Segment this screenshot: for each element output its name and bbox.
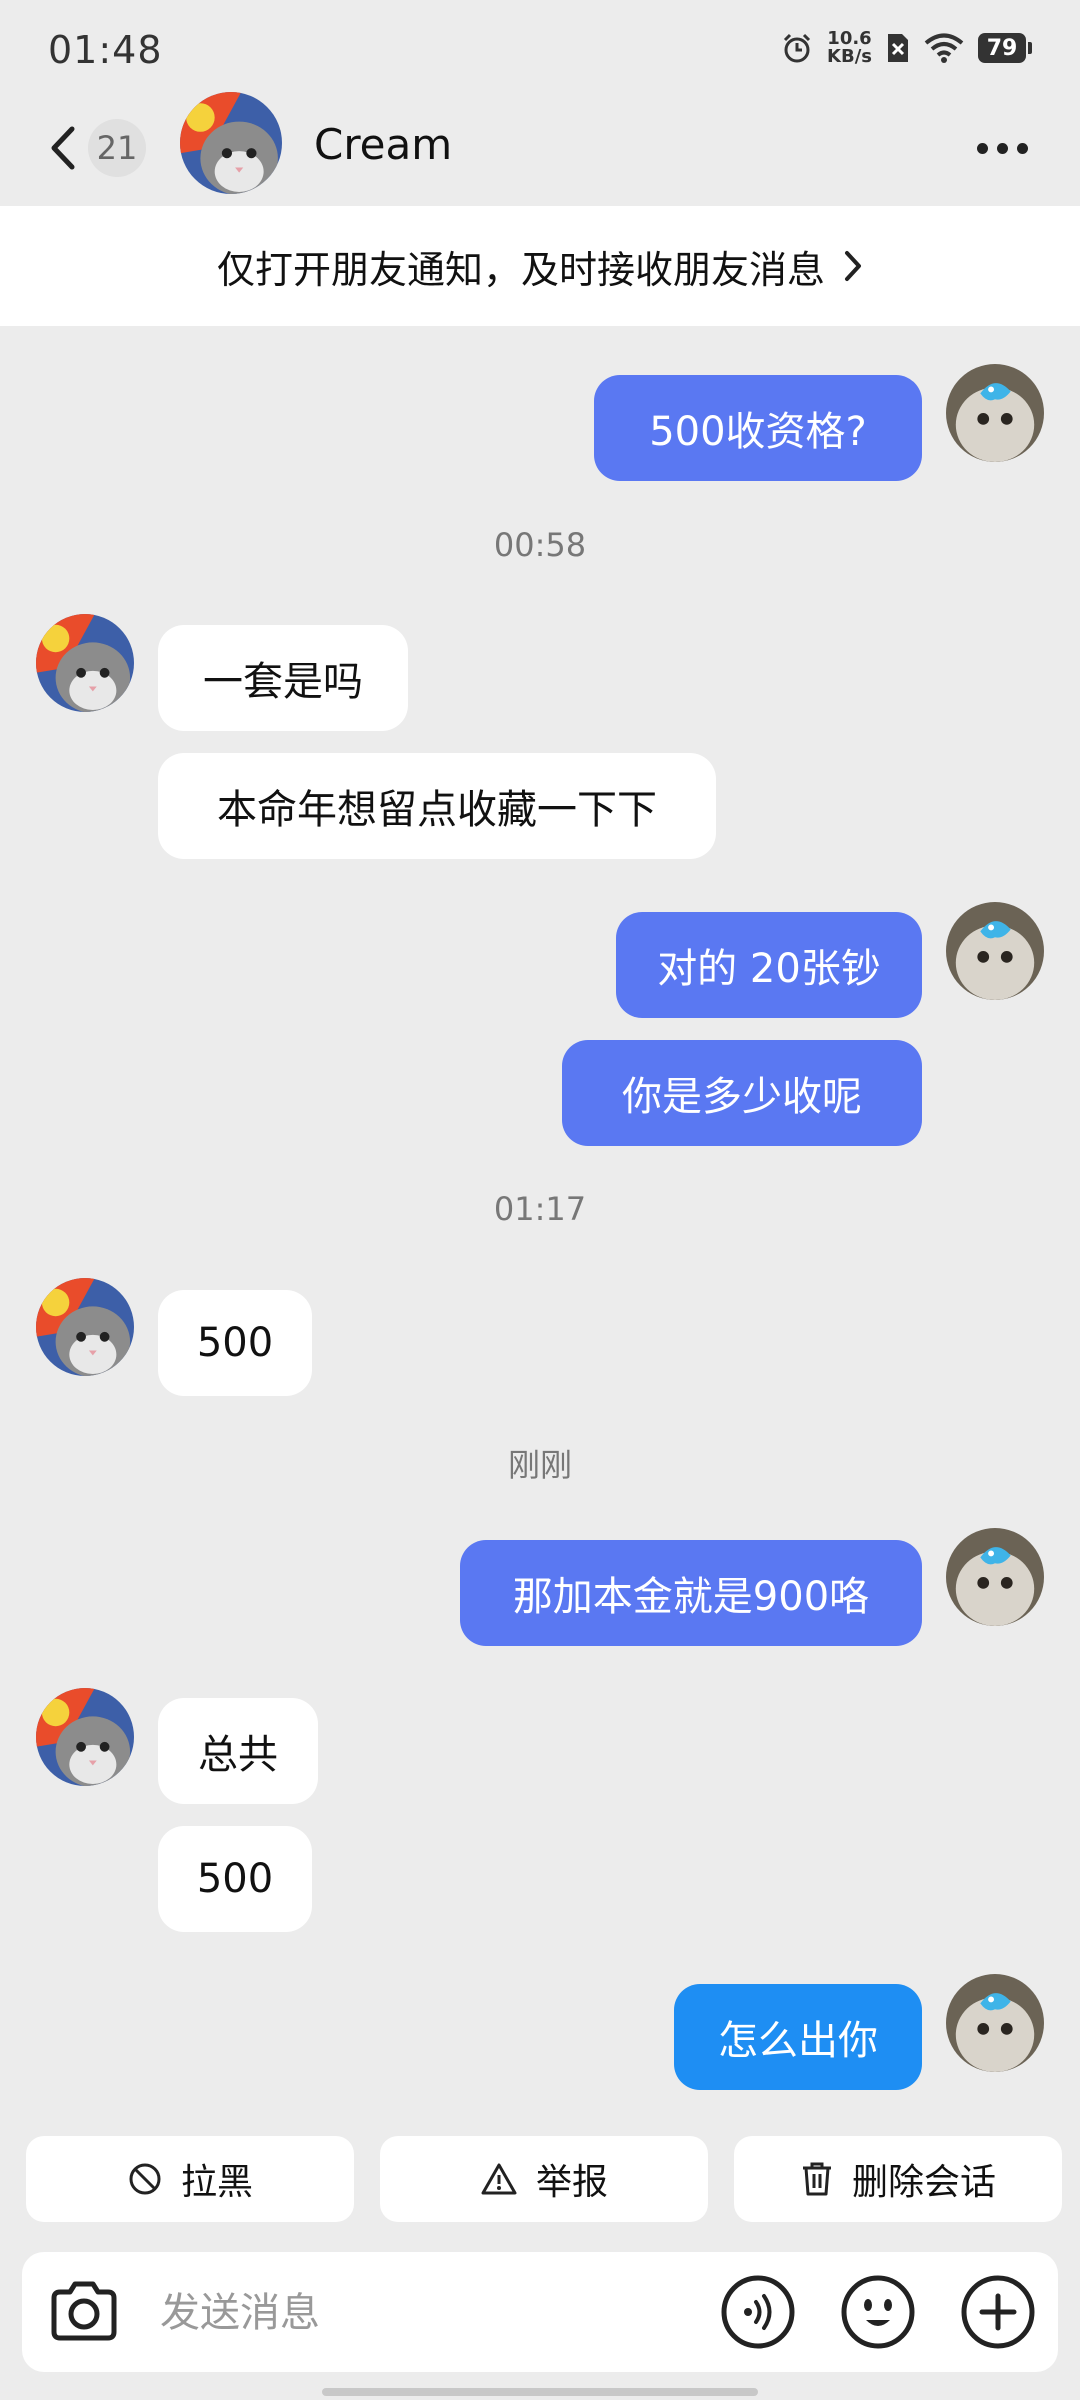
message-bubble-incoming[interactable]: 一套是吗: [158, 625, 408, 731]
message-bubble-incoming[interactable]: 500: [158, 1826, 312, 1932]
contact-avatar[interactable]: [180, 92, 282, 194]
emoji-icon[interactable]: [838, 2272, 918, 2352]
battery-indicator: 79: [978, 33, 1032, 63]
back-button[interactable]: 21: [46, 116, 156, 180]
network-speed: 10.6 KB/s: [827, 30, 872, 66]
message-bubble-outgoing[interactable]: 对的 20张钞: [616, 912, 922, 1018]
report-label: 举报: [535, 2162, 608, 2203]
more-dots-icon: [976, 142, 988, 154]
block-icon: [129, 2163, 161, 2195]
chevron-right-icon: [845, 251, 861, 281]
my-avatar[interactable]: [946, 364, 1044, 462]
message-input-bar: [22, 2252, 1058, 2372]
wifi-icon: [924, 33, 964, 63]
status-icons: 10.6 KB/s 79: [781, 30, 1032, 66]
my-avatar[interactable]: [946, 1974, 1044, 2072]
message-timestamp: 00:58: [493, 526, 587, 564]
message-timestamp: 01:17: [493, 1190, 587, 1228]
chat-header: 21 Cream: [0, 92, 1080, 204]
more-options-button[interactable]: [962, 118, 1042, 178]
message-bubble-incoming[interactable]: 本命年想留点收藏一下下: [158, 753, 716, 859]
warning-icon: [481, 2163, 517, 2195]
my-avatar[interactable]: [946, 1528, 1044, 1626]
trash-icon: [802, 2162, 831, 2196]
my-avatar[interactable]: [946, 902, 1044, 1000]
alarm-icon: [783, 33, 811, 63]
message-bubble-outgoing[interactable]: 那加本金就是900咯: [460, 1540, 922, 1646]
status-time: 01:48: [48, 28, 163, 72]
contact-avatar-small[interactable]: [36, 1278, 134, 1376]
block-label: 拉黑: [180, 2162, 253, 2203]
voice-message-icon[interactable]: [718, 2272, 798, 2352]
message-input[interactable]: [158, 2272, 722, 2354]
message-bubble-outgoing[interactable]: 你是多少收呢: [562, 1040, 922, 1146]
network-speed-unit: KB/s: [827, 46, 872, 67]
delete-conversation-label: 删除会话: [851, 2162, 996, 2203]
message-bubble-outgoing[interactable]: 500收资格?: [594, 375, 922, 481]
camera-icon[interactable]: [44, 2272, 124, 2352]
friend-notification-banner[interactable]: 仅打开朋友通知，及时接收朋友消息: [0, 206, 1080, 326]
contact-name: Cream: [314, 120, 453, 169]
contact-avatar-small[interactable]: [36, 1688, 134, 1786]
no-sim-icon: [888, 34, 908, 62]
add-icon[interactable]: [958, 2272, 1038, 2352]
notice-text: 仅打开朋友通知，及时接收朋友消息: [216, 247, 825, 292]
message-bubble-incoming[interactable]: 总共: [158, 1698, 318, 1804]
status-bar: 01:48 10.6 KB/s 79: [0, 0, 1080, 92]
delete-conversation-button[interactable]: 删除会话: [734, 2136, 1062, 2222]
block-button[interactable]: 拉黑: [26, 2136, 354, 2222]
home-indicator[interactable]: [322, 2388, 758, 2396]
battery-level: 79: [978, 33, 1026, 63]
chevron-left-icon: [51, 126, 75, 170]
message-bubble-incoming[interactable]: 500: [158, 1290, 312, 1396]
message-bubble-outgoing[interactable]: 怎么出你: [674, 1984, 922, 2090]
unread-count-badge: 21: [88, 119, 146, 177]
contact-avatar-small[interactable]: [36, 614, 134, 712]
message-timestamp: 刚刚: [507, 1446, 572, 1484]
report-button[interactable]: 举报: [380, 2136, 708, 2222]
